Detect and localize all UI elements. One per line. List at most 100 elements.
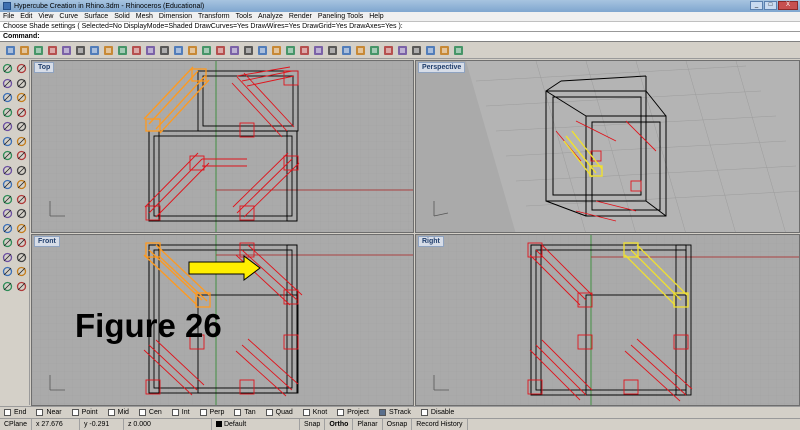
command-prompt[interactable]: Command: <box>0 32 800 42</box>
osnap-perp[interactable]: Perp <box>199 409 224 416</box>
menu-help[interactable]: Help <box>369 12 383 21</box>
osnap-knot[interactable]: Knot <box>302 409 327 416</box>
rendered-icon[interactable] <box>298 45 310 57</box>
osnap-checkbox[interactable] <box>138 409 146 416</box>
viewport-grid-icon[interactable] <box>228 45 240 57</box>
render-icon[interactable] <box>410 45 422 57</box>
menu-solid[interactable]: Solid <box>114 12 130 21</box>
minimize-button[interactable]: _ <box>750 1 763 10</box>
osnap-mid[interactable]: Mid <box>107 409 129 416</box>
osnap-checkbox[interactable] <box>265 409 273 416</box>
render-preview-icon[interactable] <box>424 45 436 57</box>
move-icon[interactable] <box>15 207 28 220</box>
osnap-checkbox[interactable] <box>199 409 207 416</box>
viewport-perspective[interactable]: Perspective <box>415 60 800 233</box>
fillet-icon[interactable] <box>1 178 14 191</box>
menu-edit[interactable]: Edit <box>20 12 32 21</box>
osnap-checkbox[interactable] <box>107 409 115 416</box>
menu-transform[interactable]: Transform <box>198 12 230 21</box>
dimension-icon[interactable] <box>368 45 380 57</box>
status-ortho-toggle[interactable]: Ortho <box>325 418 354 430</box>
pan-icon[interactable] <box>144 45 156 57</box>
status-planar-toggle[interactable]: Planar <box>353 418 383 430</box>
curve-icon[interactable] <box>15 77 28 90</box>
save-icon[interactable] <box>32 45 44 57</box>
trim-icon[interactable] <box>15 178 28 191</box>
menu-tools[interactable]: Tools <box>236 12 252 21</box>
import-icon[interactable] <box>60 45 72 57</box>
ellipse-icon[interactable] <box>1 106 14 119</box>
viewport-label-right[interactable]: Right <box>418 236 444 247</box>
status-osnap-toggle[interactable]: Osnap <box>383 418 413 430</box>
status-layer[interactable]: Default <box>212 418 300 430</box>
group-icon[interactable] <box>15 251 28 264</box>
snap-icon[interactable] <box>340 45 352 57</box>
material-icon[interactable] <box>312 45 324 57</box>
surface-icon[interactable] <box>1 135 14 148</box>
viewport-top[interactable]: Top <box>31 60 414 233</box>
text-icon[interactable] <box>15 120 28 133</box>
select-icon[interactable] <box>1 62 14 75</box>
arc-icon[interactable] <box>15 91 28 104</box>
osnap-checkbox[interactable] <box>378 409 386 416</box>
osnap-cen[interactable]: Cen <box>138 409 162 416</box>
new-icon[interactable] <box>4 45 16 57</box>
close-button[interactable]: X <box>778 1 798 10</box>
copy-obj-icon[interactable] <box>1 222 14 235</box>
rotate-view-icon[interactable] <box>158 45 170 57</box>
zoom-window-icon[interactable] <box>186 45 198 57</box>
grip-icon[interactable] <box>396 45 408 57</box>
osnap-checkbox[interactable] <box>171 409 179 416</box>
viewport-label-top[interactable]: Top <box>34 62 55 73</box>
help-icon[interactable] <box>382 45 394 57</box>
viewport-right[interactable]: Right <box>415 234 800 406</box>
mirror-icon[interactable] <box>15 236 28 249</box>
osnap-checkbox[interactable] <box>71 409 79 416</box>
join-icon[interactable] <box>15 193 28 206</box>
environment-icon[interactable] <box>438 45 450 57</box>
scale-icon[interactable] <box>1 236 14 249</box>
menu-mesh[interactable]: Mesh <box>136 12 153 21</box>
menu-dimension[interactable]: Dimension <box>159 12 192 21</box>
gumball-icon[interactable] <box>354 45 366 57</box>
cut-icon[interactable] <box>74 45 86 57</box>
point-icon[interactable] <box>15 62 28 75</box>
osnap-checkbox[interactable] <box>4 409 11 416</box>
osnap-disable[interactable]: Disable <box>420 409 454 416</box>
layer-icon[interactable] <box>256 45 268 57</box>
menu-surface[interactable]: Surface <box>84 12 108 21</box>
polyline-icon[interactable] <box>1 77 14 90</box>
osnap-int[interactable]: Int <box>171 409 190 416</box>
shaded-icon[interactable] <box>284 45 296 57</box>
viewport-label-perspective[interactable]: Perspective <box>418 62 466 73</box>
rectangle-icon[interactable] <box>15 106 28 119</box>
menu-file[interactable]: File <box>3 12 14 21</box>
array-icon[interactable] <box>1 251 14 264</box>
osnap-checkbox[interactable] <box>337 409 345 416</box>
menu-render[interactable]: Render <box>289 12 312 21</box>
osnap-quad[interactable]: Quad <box>265 409 293 416</box>
properties-icon[interactable] <box>15 280 28 293</box>
menu-analyze[interactable]: Analyze <box>258 12 283 21</box>
osnap-end[interactable]: End <box>4 409 26 416</box>
osnap-checkbox[interactable] <box>234 409 242 416</box>
render-tool-icon[interactable] <box>1 280 14 293</box>
mesh-icon[interactable] <box>1 164 14 177</box>
zoom-extents-icon[interactable] <box>200 45 212 57</box>
menu-paneling-tools[interactable]: Paneling Tools <box>318 12 363 21</box>
osnap-point[interactable]: Point <box>71 409 98 416</box>
print-icon[interactable] <box>46 45 58 57</box>
dimension-tool-icon[interactable] <box>15 265 28 278</box>
osnap-near[interactable]: Near <box>36 409 62 416</box>
solid-box-icon[interactable] <box>1 149 14 162</box>
status-snap-toggle[interactable]: Snap <box>300 418 326 430</box>
analyze-icon[interactable] <box>1 265 14 278</box>
paste-icon[interactable] <box>102 45 114 57</box>
redo-icon[interactable] <box>130 45 142 57</box>
explode-icon[interactable] <box>1 207 14 220</box>
copy-icon[interactable] <box>88 45 100 57</box>
viewport-label-front[interactable]: Front <box>34 236 60 247</box>
split-icon[interactable] <box>1 193 14 206</box>
menu-view[interactable]: View <box>38 12 53 21</box>
open-icon[interactable] <box>18 45 30 57</box>
